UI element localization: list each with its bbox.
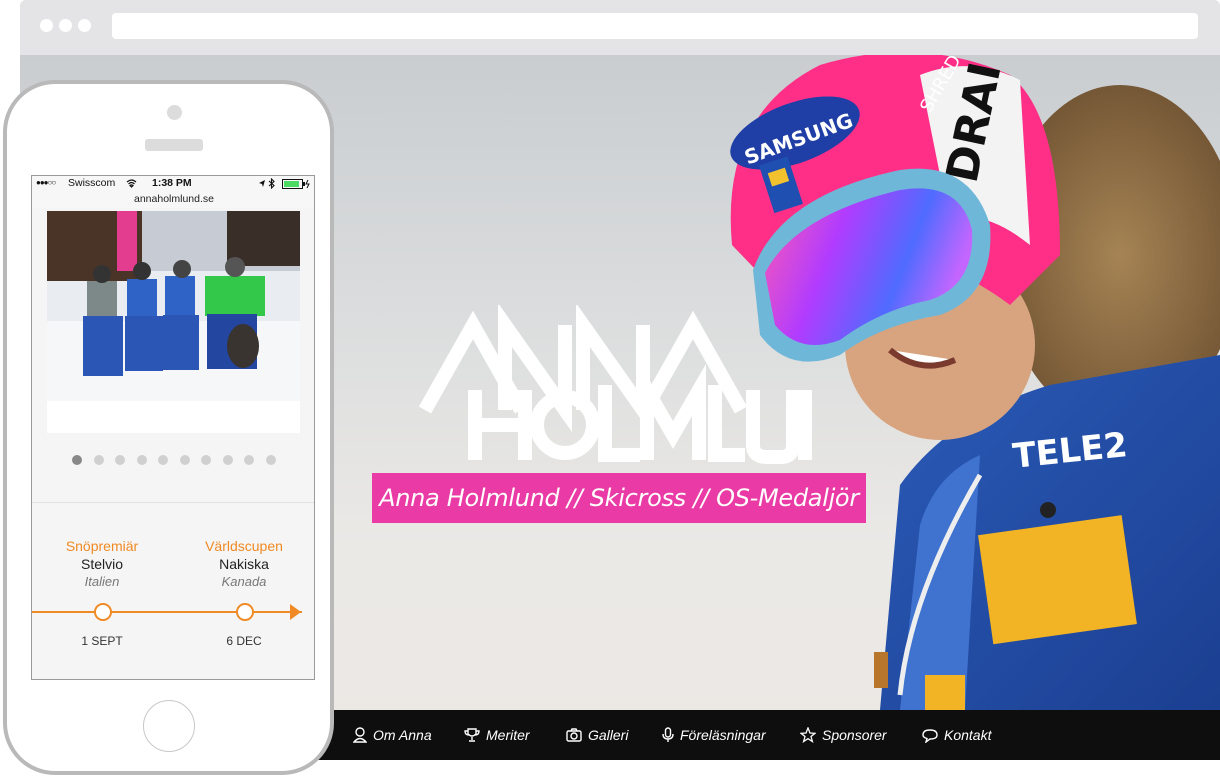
event-place: Nakiska: [219, 556, 269, 572]
carousel-dot[interactable]: [136, 455, 147, 465]
event-varldscupen[interactable]: Världscupen Nakiska Kanada: [174, 538, 314, 589]
home-button[interactable]: [143, 700, 195, 752]
phone-mockup: ●●●○○ Swisscom 1:38 PM annaholmlund.se S…: [3, 80, 334, 775]
window-minimize-dot[interactable]: [59, 19, 72, 32]
nav-item-meriter[interactable]: Meriter: [464, 710, 530, 760]
clock: 1:38 PM: [152, 177, 192, 189]
nav-label: Kontakt: [944, 727, 992, 743]
status-bar: ●●●○○ Swisscom 1:38 PM: [32, 176, 314, 192]
hero-tagline: Anna Holmlund // Skicross // OS-Medaljör: [372, 473, 866, 523]
location-arrow-icon: [259, 180, 265, 187]
event-country: Italien: [84, 574, 120, 589]
carousel-dot[interactable]: [93, 455, 104, 465]
address-bar[interactable]: [112, 13, 1198, 39]
phone-screen: ●●●○○ Swisscom 1:38 PM annaholmlund.se S…: [31, 175, 315, 680]
microphone-icon: [662, 727, 674, 742]
carousel-dot[interactable]: [158, 455, 168, 465]
battery-icon: [282, 179, 310, 189]
chat-bubble-icon: [922, 728, 938, 743]
carousel-dot[interactable]: [179, 455, 190, 465]
gallery-card[interactable]: [47, 211, 300, 433]
camera-icon: [566, 728, 582, 742]
nav-label: Om Anna: [373, 727, 432, 743]
timeline-line: [32, 611, 302, 613]
nav-item-om-anna[interactable]: Om Anna: [353, 710, 432, 760]
nav-item-forelasningar[interactable]: Föreläsningar: [662, 710, 766, 760]
event-date: 1 SEPT: [81, 634, 123, 648]
browser-toolbar: [20, 0, 1220, 52]
nav-item-sponsorer[interactable]: Sponsorer: [800, 710, 887, 760]
front-camera: [167, 105, 182, 120]
nav-item-galleri[interactable]: Galleri: [566, 710, 628, 760]
trophy-icon: [464, 728, 480, 742]
nav-label: Galleri: [588, 727, 629, 743]
event-date: 6 DEC: [226, 634, 262, 648]
mobile-address-bar[interactable]: annaholmlund.se: [32, 192, 314, 208]
timeline-node[interactable]: [94, 603, 112, 621]
event-type: Snöpremiär: [65, 538, 139, 554]
timeline-arrow-icon[interactable]: [290, 604, 301, 620]
signal-strength: ●●●○○: [36, 178, 56, 187]
nav-label: Sponsorer: [822, 727, 887, 743]
event-snopremiar[interactable]: Snöpremiär Stelvio Italien: [32, 538, 172, 589]
gallery-photo: [47, 211, 300, 401]
carousel-dot[interactable]: [244, 455, 254, 465]
carousel-dot[interactable]: [222, 455, 233, 465]
star-icon: [800, 727, 816, 743]
person-icon: [353, 727, 367, 743]
nav-label: Meriter: [486, 727, 530, 743]
wifi-icon: [126, 179, 137, 188]
carousel-dot[interactable]: [115, 455, 125, 465]
event-place: Stelvio: [80, 556, 124, 572]
anna-holmlund-logo: [418, 305, 812, 464]
carousel-dot[interactable]: [265, 455, 276, 465]
carrier-name: Swisscom: [68, 177, 116, 189]
window-zoom-dot[interactable]: [78, 19, 91, 32]
earpiece-speaker: [145, 139, 203, 151]
carousel-dot[interactable]: [201, 455, 211, 465]
nav-item-kontakt[interactable]: Kontakt: [922, 710, 991, 760]
divider: [32, 502, 314, 503]
window-close-dot[interactable]: [40, 19, 53, 32]
bluetooth-icon: [268, 178, 275, 189]
nav-label: Föreläsningar: [680, 727, 766, 743]
event-country: Kanada: [221, 574, 267, 589]
event-type: Världscupen: [205, 538, 283, 554]
carousel-dot[interactable]: [72, 455, 82, 465]
carousel-dots: [72, 455, 282, 467]
timeline-node[interactable]: [236, 603, 254, 621]
